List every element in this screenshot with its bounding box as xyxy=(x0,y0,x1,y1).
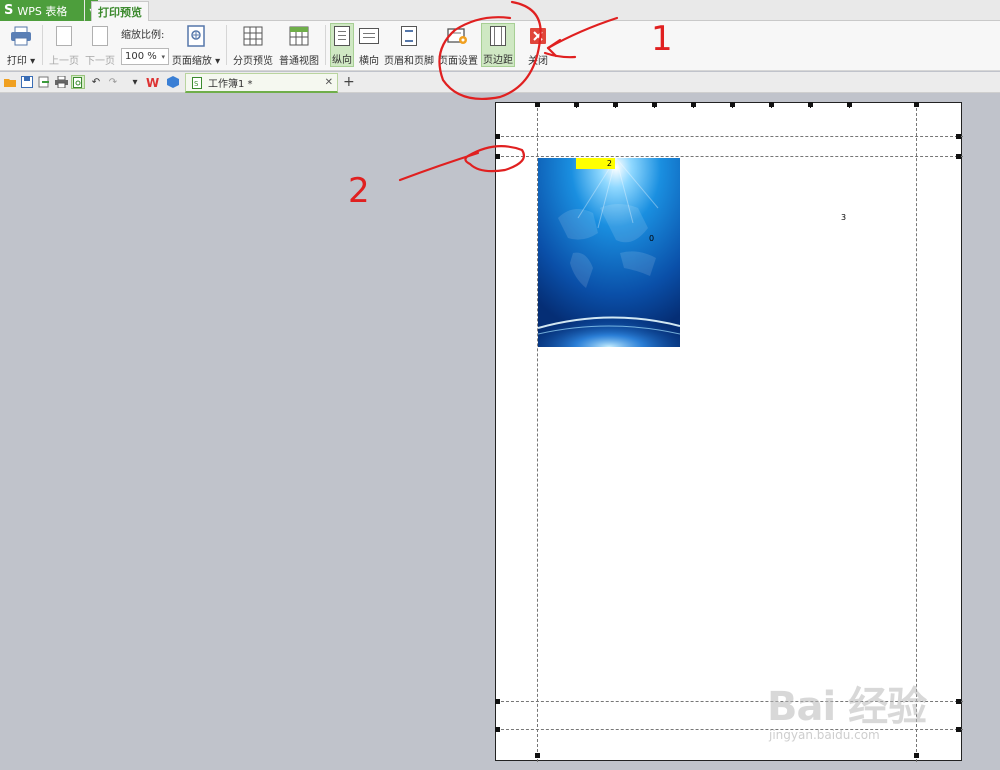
next-page-icon xyxy=(89,25,111,47)
ribbon: 打印 ▾ 上一页 下一页 缩放比例: 100 % ▾ 页面缩放 ▾ 分页预览 普… xyxy=(0,21,1000,71)
close-tab-icon[interactable]: ✕ xyxy=(325,77,333,88)
portrait-button[interactable]: 纵向 xyxy=(330,23,354,67)
landscape-button[interactable]: 横向 xyxy=(357,23,381,67)
zoom-value: 100 % xyxy=(125,51,157,62)
annotation-label-2: 2 xyxy=(348,171,370,211)
page-setup-button[interactable]: 页面设置 xyxy=(438,23,478,67)
printer-icon xyxy=(10,25,32,47)
normal-view-label: 普通视图 xyxy=(279,56,319,67)
page-break-preview-label: 分页预览 xyxy=(233,56,273,67)
column-handle[interactable] xyxy=(769,102,774,107)
margins-button[interactable]: 页边距 xyxy=(481,23,515,67)
document-tab-label: 工作簿1 * xyxy=(208,79,253,90)
margin-handle[interactable] xyxy=(495,727,500,732)
next-page-button[interactable]: 下一页 xyxy=(84,23,116,67)
page-setup-label: 页面设置 xyxy=(438,56,478,67)
margin-handle[interactable] xyxy=(495,134,500,139)
column-handle[interactable] xyxy=(914,753,919,758)
open-folder-icon[interactable] xyxy=(3,75,17,89)
column-handle[interactable] xyxy=(691,102,696,107)
spreadsheet-doc-icon: S xyxy=(190,76,204,90)
page-zoom-label: 页面缩放 xyxy=(171,56,212,67)
page-break-preview-button[interactable]: 分页预览 xyxy=(232,23,274,67)
margins-page-icon xyxy=(487,26,509,46)
wps-logo-icon: S xyxy=(4,3,14,18)
top-margin-line[interactable] xyxy=(496,156,963,157)
wps-office-icon[interactable]: W xyxy=(146,75,160,89)
zoom-select[interactable]: 100 % ▾ xyxy=(121,48,169,65)
save-icon[interactable] xyxy=(20,75,34,89)
title-bar: S WPS 表格 ▾ 打印预览 xyxy=(0,0,1000,22)
portrait-page-icon xyxy=(331,26,353,46)
page-zoom-icon xyxy=(185,25,207,47)
page-zoom-button[interactable]: 页面缩放 ▾ xyxy=(172,23,220,67)
close-icon xyxy=(527,25,549,47)
print-button[interactable]: 打印 ▾ xyxy=(6,23,36,67)
baidu-jingyan-watermark: Bai 经验 jingyan.baidu.com xyxy=(765,660,995,750)
app-menu-button[interactable]: S WPS 表格 xyxy=(0,0,84,21)
tab-print-preview[interactable]: 打印预览 xyxy=(91,1,149,22)
prev-page-label: 上一页 xyxy=(49,56,79,67)
document-tab[interactable]: S 工作簿1 * ✕ xyxy=(185,73,338,93)
app-title: WPS 表格 xyxy=(17,4,68,18)
column-handle[interactable] xyxy=(652,102,657,107)
next-page-label: 下一页 xyxy=(85,56,115,67)
column-handle[interactable] xyxy=(613,102,618,107)
svg-text:S: S xyxy=(194,80,199,88)
chevron-down-icon: ▾ xyxy=(161,52,165,61)
column-handle[interactable] xyxy=(574,102,579,107)
header-footer-icon xyxy=(398,25,420,47)
margin-handle[interactable] xyxy=(495,699,500,704)
cell-value-3: 3 xyxy=(841,213,847,222)
close-label: 关闭 xyxy=(528,56,548,67)
column-handle[interactable] xyxy=(535,753,540,758)
undo-icon[interactable]: ↶ xyxy=(89,75,103,89)
header-footer-label: 页眉和页脚 xyxy=(384,56,434,67)
zoom-label: 缩放比例: xyxy=(121,30,165,41)
landscape-page-icon xyxy=(358,25,380,47)
close-preview-button[interactable]: 关闭 xyxy=(524,23,552,67)
inserted-picture[interactable] xyxy=(538,158,680,347)
column-handle[interactable] xyxy=(914,102,919,107)
prev-page-icon xyxy=(53,25,75,47)
column-handle[interactable] xyxy=(847,102,852,107)
watermark-brand: Bai 经验 xyxy=(767,684,927,730)
quick-print-icon[interactable] xyxy=(54,75,68,89)
normal-view-button[interactable]: 普通视图 xyxy=(278,23,320,67)
header-footer-button[interactable]: 页眉和页脚 xyxy=(384,23,434,67)
cloud-cube-icon[interactable] xyxy=(166,75,180,89)
quick-access-toolbar: ↶ ↷ ▾ W S 工作簿1 * ✕ xyxy=(0,72,1000,93)
new-tab-plus-icon[interactable]: + xyxy=(343,74,355,90)
cell-value-0: 0 xyxy=(649,234,655,243)
landscape-label: 横向 xyxy=(359,56,379,67)
margin-handle[interactable] xyxy=(956,154,961,159)
prev-page-button[interactable]: 上一页 xyxy=(48,23,80,67)
portrait-label: 纵向 xyxy=(332,55,352,66)
margin-handle[interactable] xyxy=(495,154,500,159)
watermark-url: jingyan.baidu.com xyxy=(769,728,880,742)
print-label: 打印 xyxy=(6,56,27,67)
print-preview-icon[interactable] xyxy=(71,75,85,89)
cell-value-2: 2 xyxy=(576,158,615,169)
customize-dropdown-icon[interactable]: ▾ xyxy=(128,75,142,89)
redo-icon[interactable]: ↷ xyxy=(106,75,120,89)
page-setup-icon xyxy=(447,25,469,47)
margins-label: 页边距 xyxy=(483,55,513,66)
svg-text:W: W xyxy=(146,76,159,88)
export-icon[interactable] xyxy=(37,75,51,89)
column-handle[interactable] xyxy=(730,102,735,107)
header-margin-line[interactable] xyxy=(496,136,963,137)
margin-handle[interactable] xyxy=(956,134,961,139)
page-break-grid-icon xyxy=(242,25,264,47)
column-handle[interactable] xyxy=(535,102,540,107)
column-handle[interactable] xyxy=(808,102,813,107)
normal-view-grid-icon xyxy=(288,25,310,47)
